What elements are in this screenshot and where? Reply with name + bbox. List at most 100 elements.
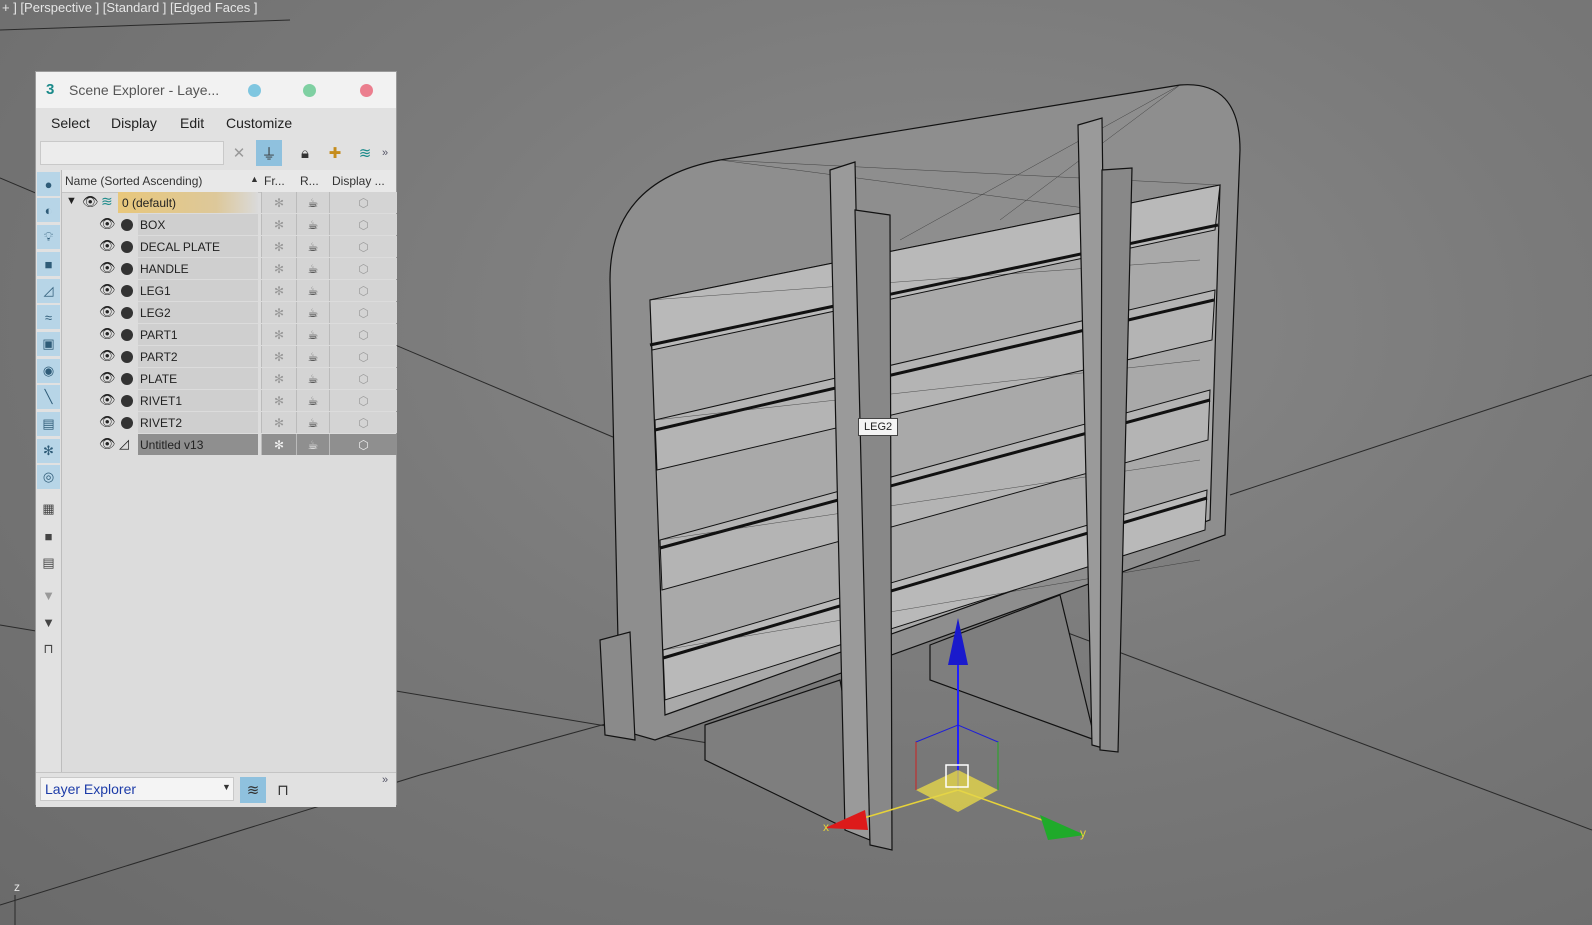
layers-icon[interactable]: ≋	[352, 140, 378, 166]
freeze-icon[interactable]: ✻	[261, 368, 296, 389]
freeze-icon[interactable]: ✻	[261, 258, 296, 279]
freeze-icon[interactable]: ✻	[261, 324, 296, 345]
menu-display[interactable]: Display	[111, 115, 157, 131]
menu-customize[interactable]: Customize	[226, 115, 292, 131]
object-row[interactable]: 👁︎ HANDLE ✻ ☕︎ ⬡	[62, 258, 397, 279]
bracket-icon[interactable]: ⊓	[37, 637, 60, 661]
render-teapot-icon[interactable]: ☕︎	[296, 192, 329, 213]
freeze-icon[interactable]: ✻	[261, 214, 296, 235]
list-all-icon[interactable]: ▦	[37, 497, 60, 521]
object-row[interactable]: 👁︎ RIVET1 ✻ ☕︎ ⬡	[62, 390, 397, 411]
freeze-icon[interactable]: ✻	[261, 390, 296, 411]
explorer-type-dropdown[interactable]: Layer Explorer	[40, 777, 234, 801]
object-name[interactable]: RIVET2	[140, 416, 182, 430]
display-box-icon[interactable]: ⬡	[329, 390, 397, 411]
object-row-selected[interactable]: 👁︎ ◿ Untitled v13 ✻ ☕︎ ⬡	[62, 434, 397, 455]
viewport-label[interactable]: + ] [Perspective ] [Standard ] [Edged Fa…	[2, 0, 257, 15]
close-button[interactable]	[360, 84, 373, 97]
object-row[interactable]: 👁︎ LEG1 ✻ ☕︎ ⬡	[62, 280, 397, 301]
render-teapot-icon[interactable]: ☕︎	[296, 390, 329, 411]
display-box-icon[interactable]: ⬡	[329, 324, 397, 345]
col-name[interactable]: Name (Sorted Ascending)	[65, 174, 202, 188]
hierarchy-mode-icon[interactable]: ⊓	[270, 777, 296, 803]
eye-icon[interactable]: 👁︎	[82, 194, 99, 210]
render-teapot-icon[interactable]: ☕︎	[296, 258, 329, 279]
render-teapot-icon[interactable]: ☕︎	[296, 324, 329, 345]
freeze-icon[interactable]: ✻	[261, 346, 296, 367]
col-frozen[interactable]: Fr...	[264, 174, 285, 188]
eye-icon[interactable]: 👁︎	[99, 348, 116, 364]
display-box-icon[interactable]: ⬡	[329, 368, 397, 389]
display-box-icon[interactable]: ⬡	[329, 346, 397, 367]
expand-arrow-icon[interactable]: ▼	[66, 195, 77, 207]
eye-icon[interactable]: 👁︎	[99, 392, 116, 408]
object-row[interactable]: 👁︎ PART1 ✻ ☕︎ ⬡	[62, 324, 397, 345]
render-teapot-icon[interactable]: ☕︎	[296, 346, 329, 367]
display-box-icon[interactable]: ⬡	[329, 236, 397, 257]
freeze-icon[interactable]: ✻	[261, 412, 296, 433]
eye-icon[interactable]: 👁︎	[99, 216, 116, 232]
chevron-down-icon[interactable]: ▼	[222, 782, 231, 792]
display-box-icon[interactable]: ⬡	[329, 412, 397, 433]
object-name[interactable]: HANDLE	[140, 262, 189, 276]
render-teapot-icon[interactable]: ☕︎	[296, 368, 329, 389]
filter-off-icon[interactable]: ▼	[37, 583, 60, 607]
render-teapot-icon[interactable]: ☕︎	[296, 280, 329, 301]
invert-icon[interactable]: ▤	[37, 551, 60, 575]
geometry-filter-icon[interactable]: ●	[37, 172, 60, 196]
display-box-icon[interactable]: ⬡	[329, 192, 397, 213]
col-render[interactable]: R...	[300, 174, 319, 188]
object-row[interactable]: 👁︎ PART2 ✻ ☕︎ ⬡	[62, 346, 397, 367]
freeze-icon[interactable]: ✻	[261, 434, 296, 455]
select-all-icon[interactable]: ■	[37, 524, 60, 548]
render-teapot-icon[interactable]: ☕︎	[296, 302, 329, 323]
containers-filter-icon[interactable]: ▤	[37, 412, 60, 436]
object-row[interactable]: 👁︎ DECAL PLATE ✻ ☕︎ ⬡	[62, 236, 397, 257]
render-teapot-icon[interactable]: ☕︎	[296, 412, 329, 433]
object-name[interactable]: PLATE	[140, 372, 177, 386]
eye-icon[interactable]: 👁︎	[99, 326, 116, 342]
object-row[interactable]: 👁︎ PLATE ✻ ☕︎ ⬡	[62, 368, 397, 389]
object-name[interactable]: LEG2	[140, 306, 171, 320]
render-teapot-icon[interactable]: ☕︎	[296, 236, 329, 257]
object-row[interactable]: 👁︎ LEG2 ✻ ☕︎ ⬡	[62, 302, 397, 323]
helpers-filter-icon[interactable]: ◿	[37, 279, 60, 303]
display-box-icon[interactable]: ⬡	[329, 214, 397, 235]
object-row[interactable]: 👁︎ RIVET2 ✻ ☕︎ ⬡	[62, 412, 397, 433]
add-layer-icon[interactable]: ✚	[322, 140, 348, 166]
clear-search-icon[interactable]: ✕	[226, 140, 252, 166]
frozen-filter-icon[interactable]: ✻	[37, 439, 60, 463]
minimize-button[interactable]	[248, 84, 261, 97]
more-chevron-icon[interactable]: »	[378, 767, 392, 793]
spacewarps-filter-icon[interactable]: ≈	[37, 305, 60, 329]
layer-mode-icon[interactable]: ≋	[240, 777, 266, 803]
object-name[interactable]: Untitled v13	[140, 438, 203, 452]
object-name[interactable]: PART1	[140, 328, 178, 342]
display-box-icon[interactable]: ⬡	[329, 434, 397, 455]
search-input[interactable]	[40, 141, 224, 165]
object-name[interactable]: LEG1	[140, 284, 171, 298]
object-name[interactable]: RIVET1	[140, 394, 182, 408]
xrefs-filter-icon[interactable]: ◉	[37, 359, 60, 383]
display-box-icon[interactable]: ⬡	[329, 302, 397, 323]
filter-funnel-icon[interactable]: ▼	[37, 610, 60, 634]
eye-icon[interactable]: 👁︎	[99, 282, 116, 298]
maximize-button[interactable]	[303, 84, 316, 97]
filter-icon[interactable]: ⏚	[256, 140, 282, 166]
freeze-icon[interactable]: ✻	[261, 280, 296, 301]
shapes-filter-icon[interactable]: ◐	[37, 198, 60, 222]
freeze-icon[interactable]: ✻	[261, 192, 296, 213]
cameras-filter-icon[interactable]: ■	[37, 252, 60, 276]
eye-icon[interactable]: 👁︎	[99, 370, 116, 386]
object-name[interactable]: DECAL PLATE	[140, 240, 220, 254]
menu-select[interactable]: Select	[51, 115, 90, 131]
lock-icon[interactable]: 🔒︎	[292, 140, 318, 166]
object-name[interactable]: PART2	[140, 350, 178, 364]
bones-filter-icon[interactable]: ╲	[37, 385, 60, 409]
render-teapot-icon[interactable]: ☕︎	[296, 434, 329, 455]
eye-icon[interactable]: 👁︎	[99, 414, 116, 430]
object-row[interactable]: 👁︎ BOX ✻ ☕︎ ⬡	[62, 214, 397, 235]
layer-row-default[interactable]: ▼ 👁︎ ≋ 0 (default) ✻ ☕︎ ⬡	[62, 192, 397, 213]
eye-icon[interactable]: 👁︎	[99, 436, 116, 452]
explorer-title-bar[interactable]: 3 Scene Explorer - Laye...	[36, 72, 396, 108]
